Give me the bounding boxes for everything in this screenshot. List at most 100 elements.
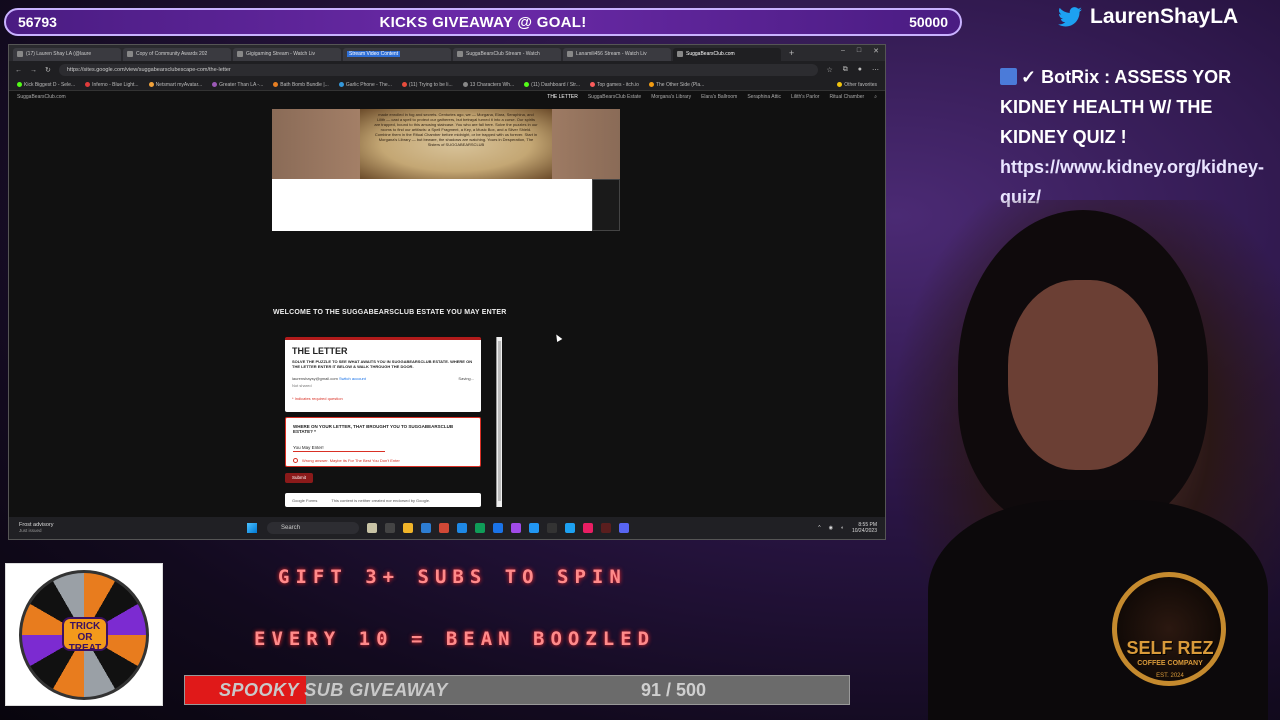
nav-item-1[interactable]: SuggaBearsClub Estate <box>588 94 641 100</box>
goal-target: 50000 <box>909 14 948 30</box>
extensions-icon[interactable]: ⧉ <box>843 66 848 74</box>
twitter-handle: LaurenShayLA <box>1058 3 1238 31</box>
reload-icon[interactable]: ↻ <box>45 66 51 74</box>
obs-icon[interactable] <box>547 523 557 533</box>
form-scrollbar[interactable] <box>496 337 502 507</box>
scroll-thumb[interactable] <box>498 341 501 501</box>
sub-count: 91 / 500 <box>641 680 707 700</box>
store-icon[interactable] <box>457 523 467 533</box>
network-icon[interactable]: ◉ <box>829 525 833 531</box>
bookmark-8[interactable]: (11) Dashboard / Str... <box>524 81 580 88</box>
chrome-icon[interactable] <box>493 523 503 533</box>
app-icon-4[interactable] <box>529 523 539 533</box>
discord-icon[interactable] <box>619 523 629 533</box>
bookmark-1[interactable]: Inferno - Blue Light... <box>85 81 139 88</box>
app-icon-5[interactable] <box>565 523 575 533</box>
letter-blank <box>272 179 592 231</box>
tab-4[interactable]: SuggaBearsClub Stream - Watch <box>453 48 561 61</box>
forward-icon[interactable]: → <box>30 67 37 74</box>
welcome-heading: WELCOME TO THE SUGGABEARSCLUB ESTATE YOU… <box>273 309 507 316</box>
bookmarks-bar: Kick Biggest D - Sele... Inferno - Blue … <box>9 79 885 91</box>
answer-error: Wrong answer. Maybe its For The Best You… <box>293 458 473 463</box>
kick-icon <box>567 51 573 57</box>
nav-item-4[interactable]: Seraphina Attic <box>747 94 781 100</box>
maximize-button[interactable]: □ <box>857 47 861 55</box>
profile-icon[interactable]: ● <box>858 66 862 74</box>
url-field[interactable]: https://sites.google.com/view/suggabears… <box>58 64 819 76</box>
tab-3[interactable]: Stream Video Content <box>343 48 451 61</box>
bookmark-6[interactable]: (11) Trying to be li... <box>401 81 453 88</box>
answer-input[interactable]: You May Enter! <box>293 445 385 452</box>
form-header-card: THE LETTER SOLVE THE PUZZLE TO SEE WHAT … <box>285 337 481 412</box>
close-button[interactable]: ✕ <box>873 47 879 55</box>
tab-0[interactable]: (17) Lauren Shay LA (@laure <box>13 48 121 61</box>
weather-sub: Just issued <box>19 528 42 533</box>
saving-status: Saving... <box>458 376 474 381</box>
required-note: * Indicates required question <box>292 396 343 401</box>
volume-icon[interactable]: ◐ <box>841 525 844 531</box>
letter-image: made enrolled in fog and secrets. Centur… <box>272 109 620 231</box>
bookmark-4[interactable]: Bath Bomb Bundle |... <box>273 81 329 88</box>
bookmark-10[interactable]: The Other Side (Pla... <box>648 81 704 88</box>
bookmark-5[interactable]: Garlic Phone - The... <box>338 81 392 88</box>
tab-strip: (17) Lauren Shay LA (@laure Copy of Comm… <box>9 45 885 61</box>
bookmark-2[interactable]: Netsmart myAvatar... <box>148 81 202 88</box>
twitter-handle-text: LaurenShayLA <box>1090 5 1239 28</box>
menu-icon[interactable]: ⋯ <box>872 66 879 74</box>
nav-item-5[interactable]: Lilith's Parlor <box>791 94 819 100</box>
tab-2[interactable]: Gigigaming Stream - Watch Liv <box>233 48 341 61</box>
footer-disclaimer: This content is neither created nor endo… <box>331 497 431 503</box>
kick-icon <box>457 51 463 57</box>
system-tray: ^ ◉ ◐ 8:55 PM 10/24/2023 <box>818 522 885 534</box>
verified-icon: ✓ <box>1021 67 1042 87</box>
file-explorer-icon[interactable] <box>403 523 413 533</box>
submit-button[interactable]: Submit <box>285 473 313 483</box>
nav-item-3[interactable]: Elara's Ballroom <box>701 94 737 100</box>
wheel-disc: TRICK OR TREAT <box>19 569 149 700</box>
bot-badge-icon <box>1000 68 1017 85</box>
clock[interactable]: 8:55 PM 10/24/2023 <box>852 522 877 534</box>
tab-1[interactable]: Copy of Community Awards 202 <box>123 48 231 61</box>
favorite-icon[interactable]: ☆ <box>826 66 832 74</box>
app-icon-2[interactable] <box>439 523 449 533</box>
bookmark-0[interactable]: Kick Biggest D - Sele... <box>17 81 75 88</box>
nav-item-0[interactable]: THE LETTER <box>547 94 578 100</box>
app-icon-7[interactable] <box>601 523 611 533</box>
address-bar: ← → ↻ https://sites.google.com/view/sugg… <box>9 61 885 79</box>
taskbar: Frost advisory Just issued Search ^ ◉ ◐ <box>9 517 885 539</box>
word-icon[interactable] <box>421 523 431 533</box>
bookmark-11[interactable]: Other favorites <box>837 81 877 88</box>
sub-giveaway-label: SPOOKY SUB GIVEAWAY <box>219 680 448 700</box>
back-icon[interactable]: ← <box>15 67 22 74</box>
windows-start-icon[interactable] <box>247 523 257 533</box>
account-email: laurenshaysy@gmail.com <box>292 376 338 381</box>
error-icon <box>293 458 298 463</box>
bookmark-7[interactable]: 13 Characters Wh... <box>462 81 514 88</box>
not-shared-label: Not shared <box>292 383 312 388</box>
tab-5[interactable]: Lanamili456 Stream - Watch Liv <box>563 48 671 61</box>
weather-widget[interactable]: Frost advisory Just issued <box>9 522 129 534</box>
twitter-icon <box>1058 7 1082 27</box>
task-view-icon[interactable] <box>385 523 395 533</box>
gift-subs-text: GIFT 3+ SUBS TO SPIN <box>278 566 627 588</box>
new-tab-button[interactable]: + <box>783 48 800 58</box>
app-icon-6[interactable] <box>583 523 593 533</box>
search-icon[interactable]: ⌕ <box>874 94 877 100</box>
nav-item-6[interactable]: Ritual Chamber <box>829 94 864 100</box>
minimize-button[interactable]: – <box>841 47 845 55</box>
nav-item-2[interactable]: Morgana's Library <box>651 94 691 100</box>
spin-wheel: TRICK OR TREAT <box>5 563 163 706</box>
app-icon-1[interactable] <box>367 523 377 533</box>
sub-giveaway-bar: SPOOKY SUB GIVEAWAY 91 / 500 <box>184 675 850 705</box>
bookmark-3[interactable]: Greater Than LA -... <box>212 81 263 88</box>
taskbar-search[interactable]: Search <box>267 522 359 534</box>
bookmark-9[interactable]: Top games - itch.io <box>590 81 639 88</box>
tab-6[interactable]: SuggaBearsClub.com <box>673 48 781 61</box>
site-name[interactable]: SuggaBearsClub.com <box>17 94 66 100</box>
letter-edge <box>592 179 620 231</box>
edge-icon[interactable] <box>475 523 485 533</box>
switch-account-link[interactable]: Switch account <box>339 376 366 381</box>
app-icon-3[interactable] <box>511 523 521 533</box>
kick-icon <box>237 51 243 57</box>
tray-chevron-icon[interactable]: ^ <box>818 525 820 531</box>
